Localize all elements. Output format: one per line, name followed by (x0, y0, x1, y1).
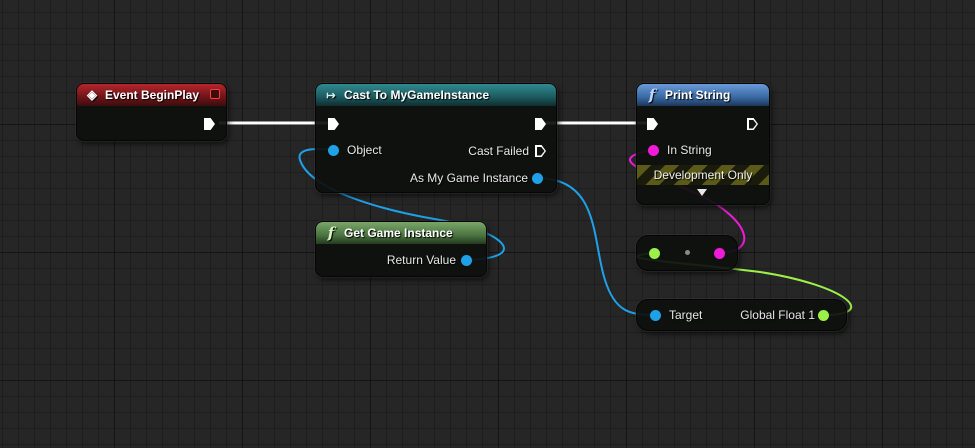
function-f-icon: f (648, 86, 656, 104)
get-game-instance-node[interactable]: f Get Game Instance Return Value (315, 221, 487, 277)
in-string-pin[interactable] (648, 145, 659, 156)
event-beginplay-title: Event BeginPlay (105, 88, 200, 102)
event-diamond-icon: ◈ (87, 87, 97, 102)
cast-arrow-icon: ↦ (326, 89, 336, 102)
target-pin-label: Target (669, 308, 703, 322)
object-in-pin[interactable] (328, 145, 339, 156)
exec-out-pin[interactable] (747, 118, 758, 130)
exec-in-pin[interactable] (328, 118, 339, 130)
print-string-node[interactable]: f Print String In String Development Onl… (636, 83, 770, 205)
print-string-header[interactable]: f Print String (637, 84, 769, 106)
cast-node-title: Cast To MyGameInstance (344, 88, 490, 102)
event-beginplay-header[interactable]: ◈ Event BeginPlay (77, 84, 226, 106)
expand-triangle-icon[interactable] (697, 189, 707, 196)
get-game-instance-header[interactable]: f Get Game Instance (316, 222, 486, 244)
float-in-pin[interactable] (649, 248, 660, 259)
cast-failed-exec-pin[interactable] (535, 145, 546, 157)
as-instance-out-pin[interactable] (532, 173, 543, 184)
float-to-string-conversion-node[interactable] (636, 235, 738, 271)
cast-failed-pin-label: Cast Failed (468, 144, 529, 158)
get-global-float-node[interactable]: Target Global Float 1 (636, 299, 847, 331)
target-in-pin[interactable] (650, 310, 661, 321)
object-pin-label: Object (347, 143, 382, 157)
global-float-pin-label: Global Float 1 (740, 308, 815, 322)
global-float-out-pin[interactable] (818, 310, 829, 321)
print-string-title: Print String (665, 88, 731, 102)
development-only-banner: Development Only (637, 165, 769, 185)
exec-out-pin[interactable] (204, 118, 215, 130)
cast-to-mygameinstance-node[interactable]: ↦ Cast To MyGameInstance Object Cast Fai… (315, 83, 557, 193)
exec-out-pin[interactable] (535, 118, 546, 130)
conversion-center-dot (685, 250, 690, 255)
in-string-pin-label: In String (667, 143, 712, 157)
cast-node-header[interactable]: ↦ Cast To MyGameInstance (316, 84, 556, 106)
delegate-square-icon[interactable] (210, 89, 220, 99)
return-value-out-pin[interactable] (461, 255, 472, 266)
exec-in-pin[interactable] (647, 118, 658, 130)
get-game-instance-title: Get Game Instance (344, 226, 453, 240)
as-instance-pin-label: As My Game Instance (409, 171, 528, 185)
function-f-icon: f (327, 224, 335, 242)
event-beginplay-node[interactable]: ◈ Event BeginPlay (76, 83, 227, 141)
string-out-pin[interactable] (714, 248, 725, 259)
return-value-pin-label: Return Value (386, 253, 456, 267)
